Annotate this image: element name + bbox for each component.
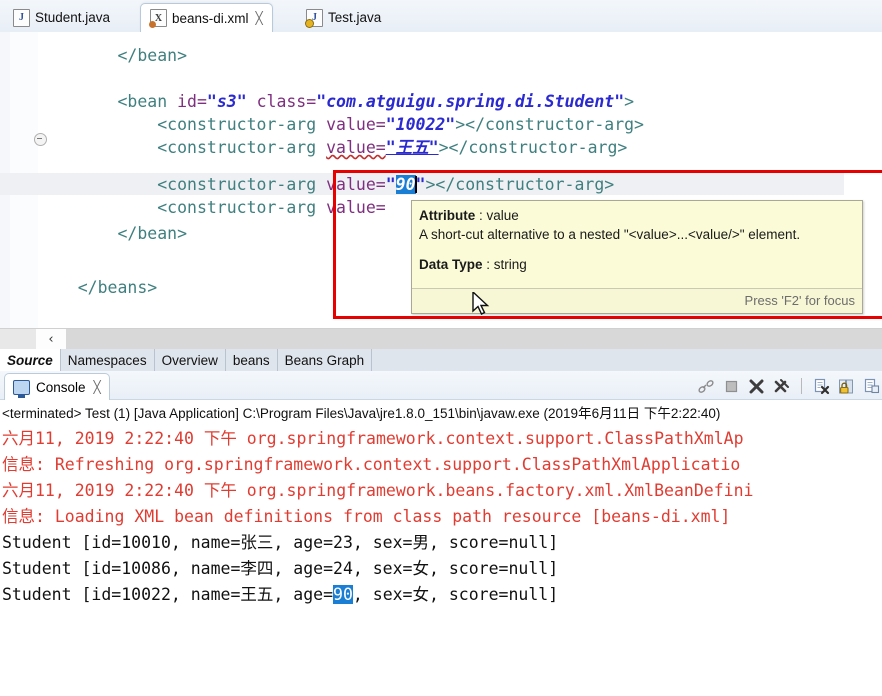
code-line: <constructor-arg value="王五"></constructo… [38, 138, 628, 157]
tooltip-datatype-value: string [493, 257, 527, 272]
editor-horizontal-scrollbar[interactable]: ‹ [0, 328, 882, 350]
tab-beans[interactable]: beans [226, 349, 278, 371]
selected-value: 90 [395, 175, 416, 194]
editor-tab-bar: J Student.java X beans-di.xml ╳ J Test.j… [0, 0, 882, 33]
java-file-icon: J [13, 8, 30, 27]
console-icon [13, 379, 30, 398]
console-line: 信息: Loading XML bean definitions from cl… [2, 507, 731, 526]
editor-tab-label: beans-di.xml [172, 10, 249, 26]
tab-filler [372, 349, 882, 371]
tooltip-datatype-row: Data Type : string [419, 257, 527, 272]
link-icon[interactable] [698, 378, 715, 395]
console-text: , sex=女, score=null] [352, 585, 559, 604]
console-line: 六月11, 2019 2:22:40 下午 org.springframewor… [2, 429, 744, 448]
code-line: <constructor-arg value="10022"></constru… [38, 115, 644, 134]
tooltip-attribute-label: Attribute [419, 208, 476, 223]
editor-tab-label: Student.java [35, 10, 111, 25]
editor-page-tabs: Source Namespaces Overview beans Beans G… [0, 349, 882, 372]
scroll-lock-icon[interactable] [838, 378, 855, 395]
console-selected-value: 90 [333, 585, 353, 604]
tooltip-description: A short-cut alternative to a nested "<va… [419, 227, 801, 242]
eclipse-window: J Student.java X beans-di.xml ╳ J Test.j… [0, 0, 882, 696]
close-icon[interactable]: ╳ [256, 11, 263, 25]
tooltip-datatype-label: Data Type [419, 257, 483, 272]
console-tab[interactable]: Console ╳ [4, 373, 110, 400]
console-line: Student [id=10086, name=李四, age=24, sex=… [2, 559, 559, 578]
mouse-cursor-icon [472, 292, 490, 315]
console-line-highlighted: Student [id=10022, name=王五, age=90, sex=… [2, 582, 882, 608]
tab-namespaces[interactable]: Namespaces [61, 349, 155, 371]
console-output[interactable]: 六月11, 2019 2:22:40 下午 org.springframewor… [0, 422, 882, 696]
code-line: </bean> [38, 46, 188, 65]
console-toolbar [698, 374, 882, 398]
java-file-lock-icon: J [305, 8, 323, 28]
console-line: Student [id=10010, name=张三, age=23, sex=… [2, 533, 559, 552]
tooltip-attribute-value: value [486, 208, 519, 223]
remove-launch-icon[interactable] [748, 378, 765, 395]
console-tab-label: Console [36, 379, 86, 395]
editor-tab-student-java[interactable]: J Student.java [4, 4, 119, 31]
editor-tab-label: Test.java [328, 10, 382, 25]
close-icon[interactable]: ╳ [94, 380, 101, 394]
tab-source[interactable]: Source [0, 349, 61, 371]
console-line: 信息: Refreshing org.springframework.conte… [2, 455, 741, 474]
tab-overview[interactable]: Overview [155, 349, 226, 371]
code-line-current: <constructor-arg value="90"></constructo… [38, 175, 615, 194]
tab-beans-graph[interactable]: Beans Graph [278, 349, 373, 371]
pin-console-icon[interactable] [863, 378, 880, 395]
editor-tab-test-java[interactable]: J Test.java [297, 4, 390, 31]
editor-tab-beans-di-xml[interactable]: X beans-di.xml ╳ [140, 3, 273, 32]
console-view-header: Console ╳ [0, 371, 882, 400]
code-line: <bean id="s3" class="com.atguigu.spring.… [38, 92, 635, 111]
remove-all-launches-icon[interactable] [773, 378, 790, 395]
scroll-left-icon[interactable]: ‹ [36, 329, 67, 350]
console-text: Student [id=10022, name=王五, age= [2, 585, 334, 604]
clear-console-icon[interactable] [813, 378, 830, 395]
scroll-track[interactable] [66, 329, 882, 350]
tooltip-attribute-row: Attribute : value [419, 208, 519, 223]
xml-file-icon: X [149, 9, 167, 28]
toolbar-divider [801, 378, 802, 394]
console-line: 六月11, 2019 2:22:40 下午 org.springframewor… [2, 481, 754, 500]
terminate-icon[interactable] [723, 378, 740, 395]
